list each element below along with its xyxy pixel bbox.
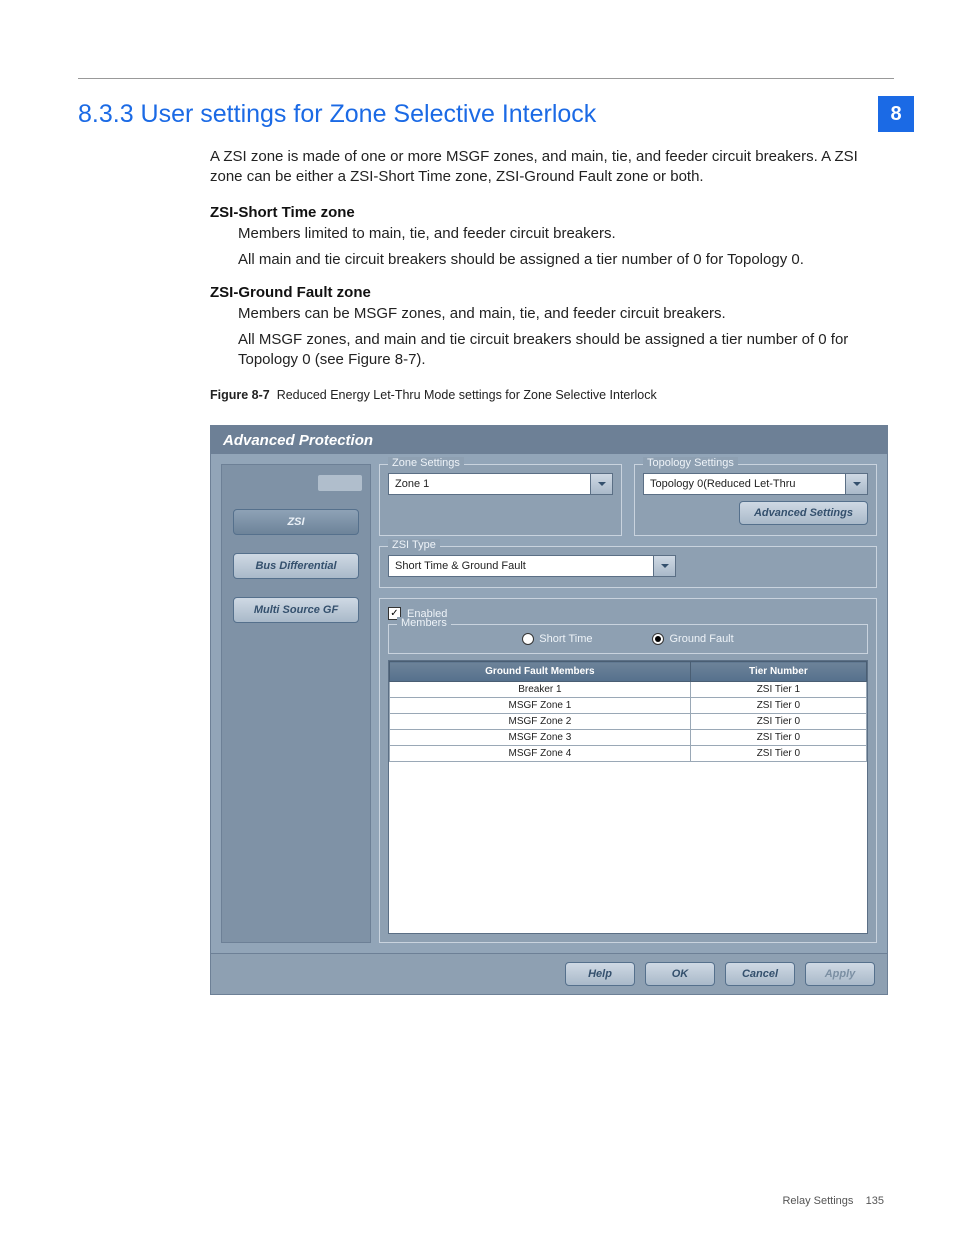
figure-label: Figure 8-7	[210, 388, 270, 402]
dialog-button-bar: Help OK Cancel Apply	[211, 953, 887, 994]
short-time-p2: All main and tie circuit breakers should…	[238, 250, 874, 270]
col-tier-header: Tier Number	[690, 662, 866, 682]
window-body: ZSI Bus Differential Multi Source GF Zon…	[211, 454, 887, 953]
table-row[interactable]: Breaker 1ZSI Tier 1	[390, 682, 867, 698]
zone-settings-legend: Zone Settings	[388, 457, 464, 469]
radio-icon	[522, 633, 534, 645]
tier-cell: ZSI Tier 1	[690, 682, 866, 698]
short-time-heading: ZSI-Short Time zone	[210, 204, 355, 221]
ok-button[interactable]: OK	[645, 962, 715, 986]
figure-caption-text: Reduced Energy Let-Thru Mode settings fo…	[277, 388, 657, 402]
topology-settings-legend: Topology Settings	[643, 457, 738, 469]
radio-short-time-label: Short Time	[539, 633, 592, 645]
figure-caption: Figure 8-7 Reduced Energy Let-Thru Mode …	[210, 388, 874, 402]
tier-cell: ZSI Tier 0	[690, 746, 866, 762]
members-fieldset: Members Short Time Ground Fault	[388, 624, 868, 654]
footer-section: Relay Settings	[782, 1195, 853, 1207]
table-row[interactable]: MSGF Zone 2ZSI Tier 0	[390, 714, 867, 730]
zsi-type-select-value: Short Time & Ground Fault	[389, 560, 653, 572]
members-legend: Members	[397, 617, 451, 629]
top-rule	[78, 78, 894, 79]
advanced-settings-button[interactable]: Advanced Settings	[739, 501, 868, 525]
short-time-p1: Members limited to main, tie, and feeder…	[238, 224, 874, 244]
table-row[interactable]: MSGF Zone 1ZSI Tier 0	[390, 698, 867, 714]
sidebar-btn-zsi[interactable]: ZSI	[233, 509, 359, 535]
tier-cell: ZSI Tier 0	[690, 730, 866, 746]
sidebar-mini-tab	[318, 475, 362, 491]
apply-button[interactable]: Apply	[805, 962, 875, 986]
intro-paragraph: A ZSI zone is made of one or more MSGF z…	[210, 147, 874, 188]
zone-select[interactable]: Zone 1	[388, 473, 613, 495]
radio-ground-fault[interactable]: Ground Fault	[652, 633, 733, 645]
member-cell: MSGF Zone 3	[390, 730, 691, 746]
member-cell: Breaker 1	[390, 682, 691, 698]
window-title: Advanced Protection	[211, 426, 887, 454]
sidebar: ZSI Bus Differential Multi Source GF	[221, 464, 371, 943]
help-button[interactable]: Help	[565, 962, 635, 986]
advanced-protection-window: Advanced Protection ZSI Bus Differential…	[210, 425, 888, 995]
zone-settings-fieldset: Zone Settings Zone 1	[379, 464, 622, 536]
zone-select-value: Zone 1	[389, 478, 590, 490]
main-panel: Zone Settings Zone 1 Topology Settings T…	[379, 464, 877, 943]
chevron-down-icon	[590, 474, 612, 494]
radio-icon	[652, 633, 664, 645]
page-footer: Relay Settings 135	[782, 1195, 884, 1207]
radio-short-time[interactable]: Short Time	[522, 633, 592, 645]
ground-fault-p2: All MSGF zones, and main and tie circuit…	[238, 330, 874, 371]
col-members-header: Ground Fault Members	[390, 662, 691, 682]
chevron-down-icon	[845, 474, 867, 494]
zsi-type-fieldset: ZSI Type Short Time & Ground Fault	[379, 546, 877, 588]
table-row[interactable]: MSGF Zone 3ZSI Tier 0	[390, 730, 867, 746]
topology-settings-fieldset: Topology Settings Topology 0(Reduced Let…	[634, 464, 877, 536]
chapter-tab: 8	[878, 96, 914, 132]
zsi-type-legend: ZSI Type	[388, 539, 440, 551]
topology-select-value: Topology 0(Reduced Let-Thru	[644, 478, 845, 490]
member-cell: MSGF Zone 2	[390, 714, 691, 730]
cancel-button[interactable]: Cancel	[725, 962, 795, 986]
member-cell: MSGF Zone 1	[390, 698, 691, 714]
zsi-type-select[interactable]: Short Time & Ground Fault	[388, 555, 676, 577]
sidebar-btn-bus-differential[interactable]: Bus Differential	[233, 553, 359, 579]
radio-ground-fault-label: Ground Fault	[669, 633, 733, 645]
sidebar-btn-multi-source-gf[interactable]: Multi Source GF	[233, 597, 359, 623]
tier-cell: ZSI Tier 0	[690, 698, 866, 714]
lower-panel: ✓ Enabled Members Short Time Ground Faul…	[379, 598, 877, 943]
table-row[interactable]: MSGF Zone 4ZSI Tier 0	[390, 746, 867, 762]
chevron-down-icon	[653, 556, 675, 576]
ground-fault-heading: ZSI-Ground Fault zone	[210, 284, 371, 301]
members-table-wrap: Ground Fault Members Tier Number Breaker…	[388, 660, 868, 934]
tier-cell: ZSI Tier 0	[690, 714, 866, 730]
section-heading: 8.3.3 User settings for Zone Selective I…	[78, 100, 596, 129]
topology-select[interactable]: Topology 0(Reduced Let-Thru	[643, 473, 868, 495]
ground-fault-p1: Members can be MSGF zones, and main, tie…	[238, 304, 874, 324]
members-table: Ground Fault Members Tier Number Breaker…	[389, 661, 867, 762]
footer-page-number: 135	[866, 1195, 884, 1207]
member-cell: MSGF Zone 4	[390, 746, 691, 762]
